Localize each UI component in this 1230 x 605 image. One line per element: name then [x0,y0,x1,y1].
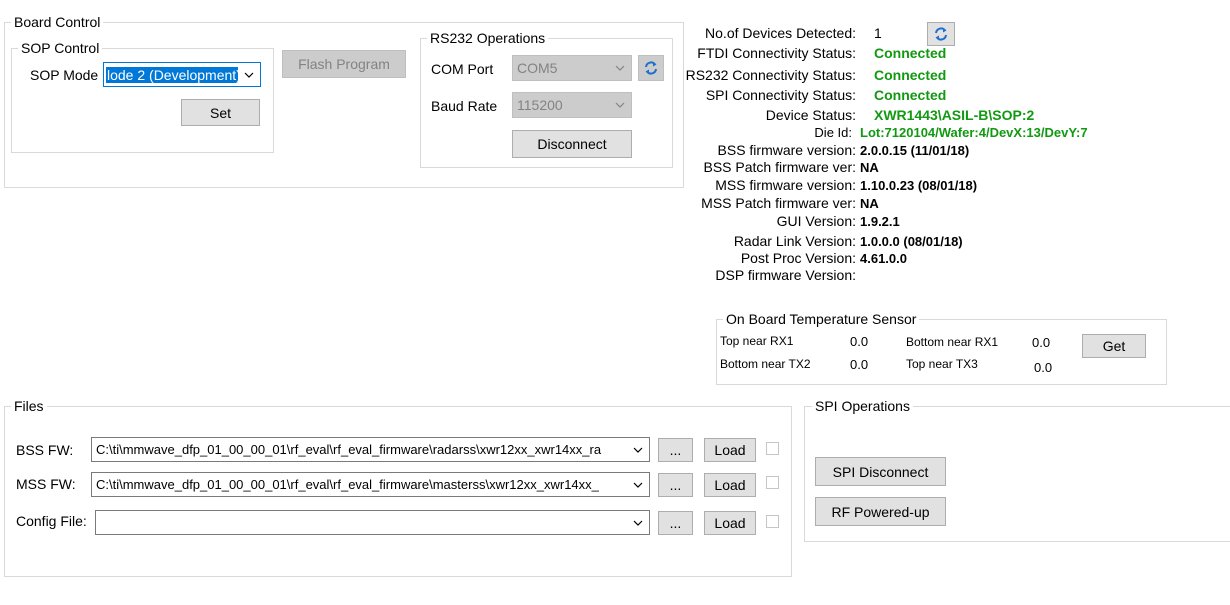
die-id-value: Lot:7120104/Wafer:4/DevX:13/DevY:7 [860,125,1088,140]
bss-fw-label: BSS FW: [16,442,74,458]
bss-patch-version-value: NA [860,160,879,175]
mss-fw-version-label: MSS firmware version: [715,177,856,193]
com-port-value: COM5 [517,60,558,76]
bss-fw-path-value: C:\ti\mmwave_dfp_01_00_00_01\rf_eval\rf_… [96,442,602,457]
device-status-value: XWR1443\ASIL-B\SOP:2 [874,107,1035,123]
baud-rate-select[interactable]: 115200 [512,92,632,118]
radar-link-version-value: 1.0.0.0 (08/01/18) [860,234,963,249]
spi-disconnect-button[interactable]: SPI Disconnect [815,457,946,486]
baud-rate-value: 115200 [517,97,563,113]
spi-status-label: SPI Connectivity Status: [705,87,856,103]
post-proc-version-value: 4.61.0.0 [860,251,907,266]
top-rx1-label: Top near RX1 [720,334,794,348]
top-tx3-value: 0.0 [1034,360,1053,375]
rs232-disconnect-button[interactable]: Disconnect [512,130,632,158]
chevron-down-icon [629,473,647,496]
gui-version-label: GUI Version: [776,213,856,229]
bss-fw-checkbox[interactable] [766,442,779,455]
flash-program-button[interactable]: Flash Program [282,50,406,78]
bss-fw-browse-button[interactable]: ... [658,438,693,462]
sop-control-title: SOP Control [18,40,103,56]
devices-refresh-button[interactable] [927,22,955,46]
post-proc-version-label: Post Proc Version: [740,250,856,266]
spi-operations-title: SPI Operations [812,398,913,414]
chevron-down-icon [240,63,258,86]
dsp-fw-version-label: DSP firmware Version: [715,267,856,283]
top-tx3-label: Top near TX3 [906,357,978,371]
device-status-label: Device Status: [765,107,856,123]
com-port-select[interactable]: COM5 [512,55,632,81]
mss-fw-path-value: C:\ti\mmwave_dfp_01_00_00_01\rf_eval\rf_… [96,477,599,492]
radar-link-version-label: Radar Link Version: [733,233,856,249]
sop-mode-value: lode 2 (Development) [106,66,238,83]
baud-rate-label: Baud Rate [431,98,498,114]
mss-fw-checkbox[interactable] [766,476,779,489]
refresh-icon [935,27,947,41]
rs232-status-label: RS232 Connectivity Status: [685,67,856,83]
config-file-path-value [100,511,627,534]
rs232-status-value: Connected [874,67,947,83]
ftdi-status-value: Connected [874,45,947,61]
devices-detected-label: No.of Devices Detected: [705,25,856,41]
config-file-browse-button[interactable]: ... [658,511,693,535]
bss-fw-load-button[interactable]: Load [704,438,756,462]
bottom-tx2-value: 0.0 [850,357,869,372]
chevron-down-icon [611,93,629,117]
set-button[interactable]: Set [181,99,260,126]
temperature-get-button[interactable]: Get [1082,334,1146,358]
mss-patch-version-value: NA [860,196,879,211]
bottom-rx1-value: 0.0 [1032,335,1051,350]
chevron-down-icon [629,438,647,461]
bottom-tx2-label: Bottom near TX2 [720,357,811,371]
config-file-label: Config File: [16,513,87,529]
bss-fw-version-value: 2.0.0.15 (11/01/18) [860,143,970,158]
bss-fw-version-label: BSS firmware version: [717,142,856,158]
sop-mode-label: SOP Mode [30,67,99,83]
bss-patch-version-label: BSS Patch firmware ver: [703,159,857,175]
ftdi-status-label: FTDI Connectivity Status: [697,45,856,61]
mss-fw-version-value: 1.10.0.23 (08/01/18) [860,178,978,193]
temperature-title: On Board Temperature Sensor [723,311,920,327]
config-file-path-select[interactable] [95,510,650,535]
chevron-down-icon [611,56,629,80]
config-file-load-button[interactable]: Load [704,511,756,535]
com-port-label: COM Port [431,61,494,77]
top-rx1-value: 0.0 [850,334,869,349]
files-title: Files [11,398,47,414]
die-id-label: Die Id: [814,125,852,140]
spi-status-value: Connected [874,87,947,103]
mss-patch-version-label: MSS Patch firmware ver: [701,195,856,211]
rs232-operations-title: RS232 Operations [427,30,549,46]
chevron-down-icon [629,511,647,534]
board-control-title: Board Control [11,14,104,30]
mss-fw-label: MSS FW: [16,476,76,492]
mss-fw-load-button[interactable]: Load [704,473,756,497]
devices-detected-value: 1 [874,25,882,41]
gui-version-value: 1.9.2.1 [860,214,900,229]
bss-fw-path-select[interactable]: C:\ti\mmwave_dfp_01_00_00_01\rf_eval\rf_… [91,437,650,462]
mss-fw-path-select[interactable]: C:\ti\mmwave_dfp_01_00_00_01\rf_eval\rf_… [91,472,650,497]
bottom-rx1-label: Bottom near RX1 [906,335,999,349]
mss-fw-browse-button[interactable]: ... [658,473,693,497]
config-file-checkbox[interactable] [766,515,779,528]
com-port-refresh-button[interactable] [638,55,664,81]
sop-mode-select[interactable]: lode 2 (Development) [103,62,261,87]
rf-powered-up-button[interactable]: RF Powered-up [815,497,946,526]
refresh-icon [645,61,657,75]
